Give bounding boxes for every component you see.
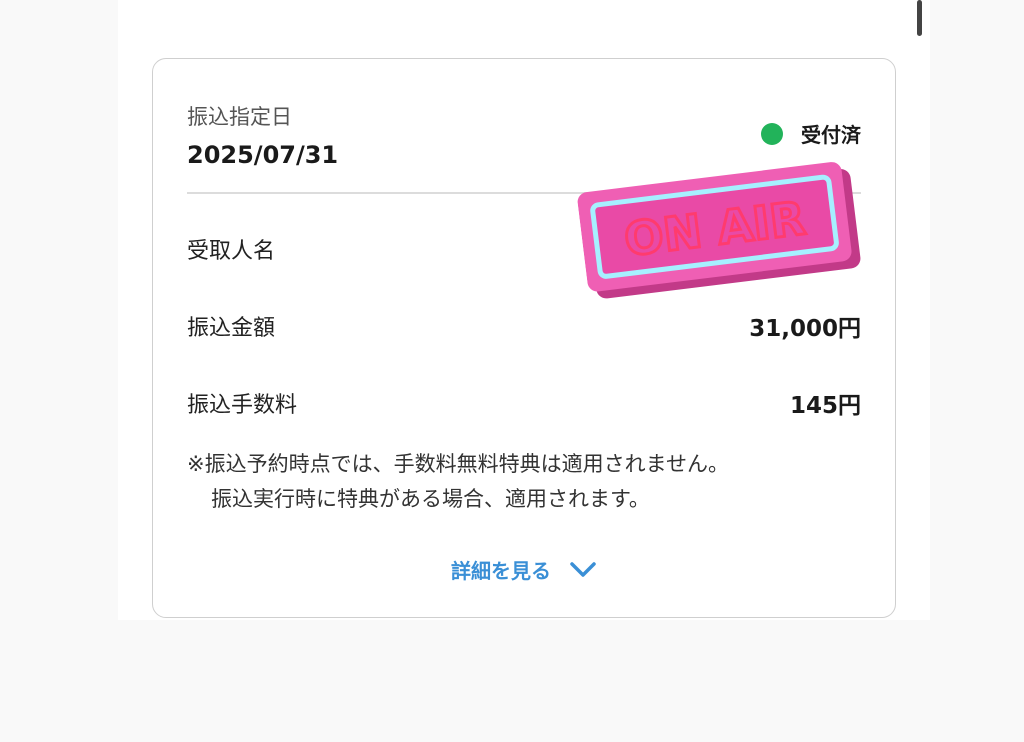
amount-row: 振込金額 31,000円 (187, 311, 861, 342)
fee-label: 振込手数料 (187, 393, 298, 418)
scrollbar[interactable] (917, 0, 922, 36)
status-badge: 受付済 (761, 119, 861, 148)
view-details-button[interactable]: 詳細を見る (153, 555, 895, 584)
status-text: 受付済 (801, 123, 861, 147)
fee-note-line2: 振込実行時に特典がある場合、適用されます。 (211, 487, 650, 511)
fee-value: 145円 (789, 393, 861, 419)
transfer-date-value: 2025/07/31 (187, 141, 339, 169)
fee-row: 振込手数料 145円 (187, 388, 861, 419)
status-dot-icon (761, 122, 783, 145)
chevron-down-icon (570, 561, 596, 577)
fee-note-line1: ※振込予約時点では、手数料無料特典は適用されません。 (187, 452, 729, 476)
fee-note: ※振込予約時点では、手数料無料特典は適用されません。 振込実行時に特典がある場合… (187, 447, 729, 517)
recipient-label: 受取人名 (187, 239, 276, 264)
amount-value: 31,000円 (749, 316, 861, 342)
view-details-label: 詳細を見る (451, 559, 551, 583)
amount-label: 振込金額 (187, 316, 276, 341)
transfer-date-label: 振込指定日 (187, 105, 292, 129)
transfer-card: 振込指定日 2025/07/31 受付済 受取人名 振込金額 31,000円 振… (152, 58, 896, 618)
